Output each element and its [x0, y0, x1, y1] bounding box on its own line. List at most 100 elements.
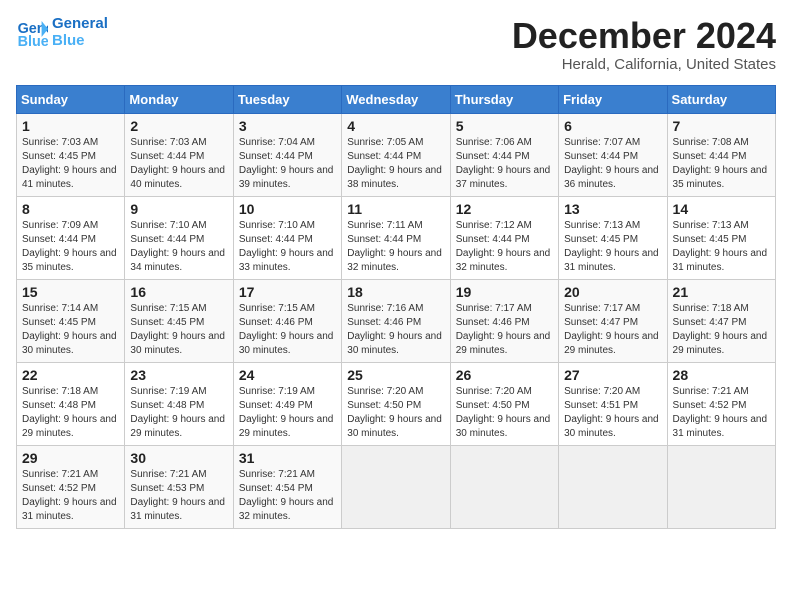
day-number: 28 [673, 367, 770, 383]
day-detail: Sunrise: 7:05 AMSunset: 4:44 PMDaylight:… [347, 137, 442, 190]
day-number: 6 [564, 118, 661, 134]
day-detail: Sunrise: 7:19 AMSunset: 4:49 PMDaylight:… [239, 386, 334, 439]
calendar-cell: 24Sunrise: 7:19 AMSunset: 4:49 PMDayligh… [233, 362, 341, 445]
calendar-cell: 19 Sunrise: 7:17 AMSunset: 4:46 PMDayligh… [450, 279, 558, 362]
day-number: 26 [456, 367, 553, 383]
day-number: 27 [564, 367, 661, 383]
day-number: 17 [239, 284, 336, 300]
logo: General Blue General Blue [16, 16, 108, 49]
day-detail: Sunrise: 7:20 AMSunset: 4:51 PMDaylight:… [564, 386, 659, 439]
logo-line1: General [52, 16, 108, 33]
day-detail: Sunrise: 7:20 AMSunset: 4:50 PMDaylight:… [347, 386, 442, 439]
calendar-cell: 30 Sunrise: 7:21 AMSunset: 4:53 PMDayligh… [125, 445, 233, 528]
calendar-header: SundayMondayTuesdayWednesdayThursdayFrid… [17, 85, 776, 113]
calendar-subtitle: Herald, California, United States [512, 56, 776, 73]
day-detail: Sunrise: 7:17 AMSunset: 4:46 PMDaylight:… [456, 303, 551, 356]
calendar-cell: 2 Sunrise: 7:03 AMSunset: 4:44 PMDaylight… [125, 113, 233, 196]
calendar-cell [342, 445, 450, 528]
calendar-cell: 23 Sunrise: 7:19 AMSunset: 4:48 PMDayligh… [125, 362, 233, 445]
calendar-cell: 10Sunrise: 7:10 AMSunset: 4:44 PMDayligh… [233, 196, 341, 279]
title-block: December 2024 Herald, California, United… [512, 16, 776, 73]
day-detail: Sunrise: 7:11 AMSunset: 4:44 PMDaylight:… [347, 220, 442, 273]
day-number: 7 [673, 118, 770, 134]
calendar-week-2: 8 Sunrise: 7:09 AMSunset: 4:44 PMDaylight… [17, 196, 776, 279]
calendar-cell: 29Sunrise: 7:21 AMSunset: 4:52 PMDayligh… [17, 445, 125, 528]
calendar-cell: 17Sunrise: 7:15 AMSunset: 4:46 PMDayligh… [233, 279, 341, 362]
calendar-cell: 5 Sunrise: 7:06 AMSunset: 4:44 PMDaylight… [450, 113, 558, 196]
calendar-cell: 20 Sunrise: 7:17 AMSunset: 4:47 PMDayligh… [559, 279, 667, 362]
calendar-cell: 31Sunrise: 7:21 AMSunset: 4:54 PMDayligh… [233, 445, 341, 528]
day-detail: Sunrise: 7:17 AMSunset: 4:47 PMDaylight:… [564, 303, 659, 356]
calendar-cell: 6 Sunrise: 7:07 AMSunset: 4:44 PMDaylight… [559, 113, 667, 196]
logo-icon: General Blue [16, 17, 48, 49]
day-detail: Sunrise: 7:19 AMSunset: 4:48 PMDaylight:… [130, 386, 225, 439]
calendar-cell: 8 Sunrise: 7:09 AMSunset: 4:44 PMDaylight… [17, 196, 125, 279]
day-number: 18 [347, 284, 444, 300]
day-header-friday: Friday [559, 85, 667, 113]
day-number: 3 [239, 118, 336, 134]
calendar-cell: 18 Sunrise: 7:16 AMSunset: 4:46 PMDayligh… [342, 279, 450, 362]
day-number: 10 [239, 201, 336, 217]
calendar-cell: 16Sunrise: 7:15 AMSunset: 4:45 PMDayligh… [125, 279, 233, 362]
calendar-week-1: 1 Sunrise: 7:03 AMSunset: 4:45 PMDaylight… [17, 113, 776, 196]
day-detail: Sunrise: 7:06 AMSunset: 4:44 PMDaylight:… [456, 137, 551, 190]
day-number: 11 [347, 201, 444, 217]
day-detail: Sunrise: 7:21 AMSunset: 4:53 PMDaylight:… [130, 469, 225, 522]
day-number: 4 [347, 118, 444, 134]
day-detail: Sunrise: 7:20 AMSunset: 4:50 PMDaylight:… [456, 386, 551, 439]
calendar-week-4: 22 Sunrise: 7:18 AMSunset: 4:48 PMDayligh… [17, 362, 776, 445]
day-number: 20 [564, 284, 661, 300]
day-header-thursday: Thursday [450, 85, 558, 113]
day-number: 22 [22, 367, 119, 383]
calendar-cell: 15 Sunrise: 7:14 AMSunset: 4:45 PMDayligh… [17, 279, 125, 362]
svg-text:Blue: Blue [18, 33, 48, 48]
day-detail: Sunrise: 7:09 AMSunset: 4:44 PMDaylight:… [22, 220, 117, 273]
day-detail: Sunrise: 7:08 AMSunset: 4:44 PMDaylight:… [673, 137, 768, 190]
day-number: 5 [456, 118, 553, 134]
calendar-cell: 12 Sunrise: 7:12 AMSunset: 4:44 PMDayligh… [450, 196, 558, 279]
day-detail: Sunrise: 7:10 AMSunset: 4:44 PMDaylight:… [130, 220, 225, 273]
day-detail: Sunrise: 7:13 AMSunset: 4:45 PMDaylight:… [673, 220, 768, 273]
day-number: 2 [130, 118, 227, 134]
calendar-cell: 27 Sunrise: 7:20 AMSunset: 4:51 PMDayligh… [559, 362, 667, 445]
day-detail: Sunrise: 7:07 AMSunset: 4:44 PMDaylight:… [564, 137, 659, 190]
calendar-cell [450, 445, 558, 528]
day-detail: Sunrise: 7:13 AMSunset: 4:45 PMDaylight:… [564, 220, 659, 273]
day-number: 21 [673, 284, 770, 300]
day-number: 15 [22, 284, 119, 300]
day-detail: Sunrise: 7:21 AMSunset: 4:52 PMDaylight:… [673, 386, 768, 439]
day-number: 8 [22, 201, 119, 217]
calendar-week-3: 15 Sunrise: 7:14 AMSunset: 4:45 PMDayligh… [17, 279, 776, 362]
calendar-cell: 7 Sunrise: 7:08 AMSunset: 4:44 PMDaylight… [667, 113, 775, 196]
calendar-cell: 25Sunrise: 7:20 AMSunset: 4:50 PMDayligh… [342, 362, 450, 445]
day-detail: Sunrise: 7:16 AMSunset: 4:46 PMDaylight:… [347, 303, 442, 356]
page-header: General Blue General Blue December 2024 … [16, 16, 776, 73]
day-number: 19 [456, 284, 553, 300]
day-detail: Sunrise: 7:18 AMSunset: 4:47 PMDaylight:… [673, 303, 768, 356]
day-detail: Sunrise: 7:15 AMSunset: 4:45 PMDaylight:… [130, 303, 225, 356]
day-header-wednesday: Wednesday [342, 85, 450, 113]
calendar-cell: 9 Sunrise: 7:10 AMSunset: 4:44 PMDaylight… [125, 196, 233, 279]
day-detail: Sunrise: 7:14 AMSunset: 4:45 PMDaylight:… [22, 303, 117, 356]
day-detail: Sunrise: 7:04 AMSunset: 4:44 PMDaylight:… [239, 137, 334, 190]
calendar-cell: 22 Sunrise: 7:18 AMSunset: 4:48 PMDayligh… [17, 362, 125, 445]
day-number: 30 [130, 450, 227, 466]
day-number: 12 [456, 201, 553, 217]
calendar-cell: 28 Sunrise: 7:21 AMSunset: 4:52 PMDayligh… [667, 362, 775, 445]
day-number: 9 [130, 201, 227, 217]
calendar-cell: 21 Sunrise: 7:18 AMSunset: 4:47 PMDayligh… [667, 279, 775, 362]
calendar-title: December 2024 [512, 16, 776, 56]
calendar-week-5: 29Sunrise: 7:21 AMSunset: 4:52 PMDayligh… [17, 445, 776, 528]
day-number: 13 [564, 201, 661, 217]
logo-line2: Blue [52, 33, 108, 50]
day-number: 23 [130, 367, 227, 383]
day-header-sunday: Sunday [17, 85, 125, 113]
day-detail: Sunrise: 7:21 AMSunset: 4:52 PMDaylight:… [22, 469, 117, 522]
calendar-cell [559, 445, 667, 528]
day-detail: Sunrise: 7:03 AMSunset: 4:44 PMDaylight:… [130, 137, 225, 190]
calendar-cell: 11 Sunrise: 7:11 AMSunset: 4:44 PMDayligh… [342, 196, 450, 279]
day-detail: Sunrise: 7:18 AMSunset: 4:48 PMDaylight:… [22, 386, 117, 439]
day-number: 1 [22, 118, 119, 134]
day-detail: Sunrise: 7:12 AMSunset: 4:44 PMDaylight:… [456, 220, 551, 273]
day-detail: Sunrise: 7:03 AMSunset: 4:45 PMDaylight:… [22, 137, 117, 190]
